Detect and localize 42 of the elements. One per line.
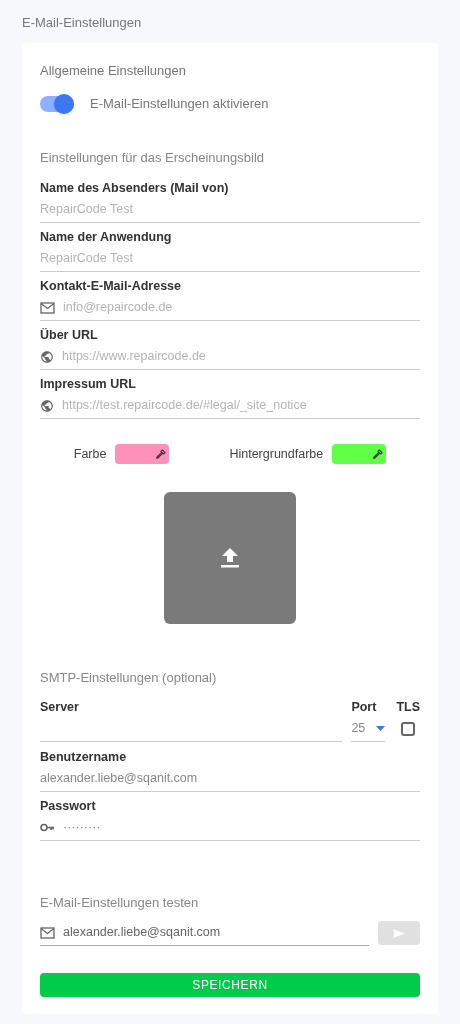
input-field[interactable]: info@repaircode.de bbox=[63, 298, 420, 317]
globe-icon bbox=[40, 398, 54, 413]
field-label: Port bbox=[351, 698, 378, 716]
eyedropper-icon bbox=[155, 448, 167, 460]
section-heading: Allgemeine Einstellungen bbox=[40, 61, 187, 80]
test-email-field[interactable]: alexander.liebe@sqanit.com bbox=[63, 923, 369, 942]
field-label: Server bbox=[40, 698, 80, 716]
caret-icon bbox=[376, 725, 386, 731]
color-picker[interactable] bbox=[115, 444, 170, 464]
field-label: Impressum URL bbox=[40, 376, 137, 393]
upload-icon bbox=[221, 548, 239, 568]
color-label: Hintergrundfarbe bbox=[229, 445, 324, 463]
input-field[interactable]: RepairCode Test bbox=[40, 249, 420, 268]
tls-checkbox[interactable] bbox=[401, 721, 416, 736]
section-heading: SMTP-Einstellungen (optional) bbox=[40, 669, 218, 687]
input-field[interactable]: ········· bbox=[63, 817, 420, 837]
input-field[interactable]: https://test.repaircode.de/#legal/_site_notice bbox=[62, 396, 420, 415]
page-title: E-Mail-Einstellungen bbox=[22, 14, 143, 32]
eyedropper-icon bbox=[372, 448, 384, 460]
section-heading: E-Mail-Einstellungen testen bbox=[40, 893, 200, 912]
globe-icon bbox=[40, 349, 54, 364]
color-picker[interactable] bbox=[332, 444, 387, 464]
input-field[interactable]: https://www.repaircode.de bbox=[62, 347, 420, 366]
send-icon bbox=[393, 928, 405, 938]
mail-icon bbox=[40, 926, 55, 939]
toggle-switch[interactable] bbox=[40, 95, 74, 112]
input-field[interactable]: RepairCode Test bbox=[40, 200, 420, 219]
field-label: Name des Absenders (Mail von) bbox=[40, 180, 230, 197]
section-heading: Einstellungen für das Erscheinungsbild bbox=[40, 148, 266, 167]
input-field[interactable]: alexander.liebe@sqanit.com bbox=[40, 768, 420, 788]
field-label: TLS bbox=[396, 698, 420, 716]
save-button[interactable]: SPEICHERN bbox=[40, 973, 420, 997]
toggle-label: E-Mail-Einstellungen aktivieren bbox=[90, 95, 269, 113]
mail-icon bbox=[40, 301, 55, 314]
key-icon bbox=[40, 822, 55, 832]
field-label: Passwort bbox=[40, 797, 97, 815]
field-label: Kontakt-E-Mail-Adresse bbox=[40, 278, 182, 295]
field-label: Benutzername bbox=[40, 748, 128, 766]
field-label: Über URL bbox=[40, 327, 99, 344]
field-label: Name der Anwendung bbox=[40, 229, 173, 246]
port-select[interactable]: 25 bbox=[351, 715, 386, 742]
color-label: Farbe bbox=[73, 445, 107, 463]
